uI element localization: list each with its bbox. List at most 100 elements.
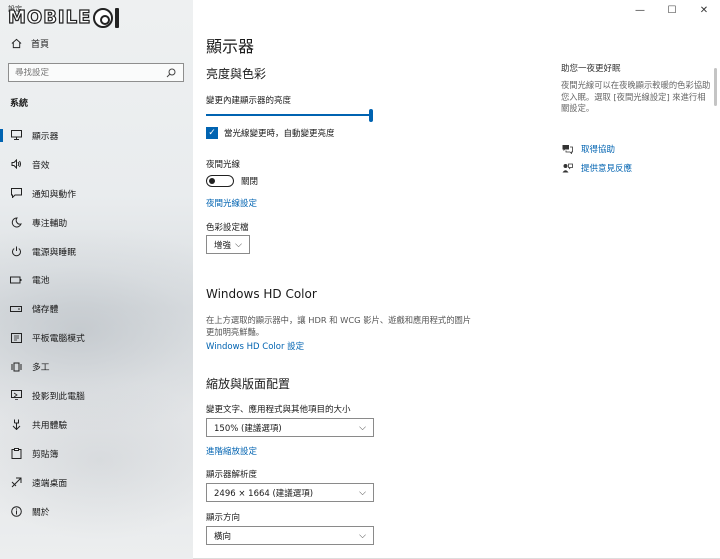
sidebar-item-label: 剪貼簿 — [32, 449, 59, 460]
project-icon — [10, 389, 22, 401]
sidebar: 設定 MOBILE 首頁 系統 顯示器 音效 — [0, 0, 193, 559]
hd-color-description: 在上方選取的顯示器中，讓 HDR 和 WCG 影片、遊戲和應用程式的圖片更加明亮… — [206, 315, 472, 337]
main-panel: — ☐ ✕ 顯示器 亮度與色彩 變更內建顯示器的亮度 ✓ 當光線變更時，自動變更… — [193, 0, 720, 559]
home-nav-item[interactable]: 首頁 — [10, 37, 49, 50]
sidebar-item-sound[interactable]: 音效 — [0, 150, 193, 179]
sidebar-item-multitasking[interactable]: 多工 — [0, 352, 193, 381]
logo-text: MOBILE — [7, 6, 92, 28]
battery-icon — [10, 274, 22, 286]
feedback-icon — [561, 162, 573, 174]
night-light-settings-link[interactable]: 夜間光線設定 — [206, 197, 257, 209]
power-icon — [10, 245, 22, 257]
sidebar-item-about[interactable]: 關於 — [0, 497, 193, 526]
scale-value: 150% (建議選項) — [214, 423, 282, 434]
sidebar-item-battery[interactable]: 電池 — [0, 265, 193, 294]
logo-zero-icon — [93, 7, 114, 28]
chevron-down-icon: ⌵ — [359, 530, 366, 541]
speaker-icon — [10, 158, 22, 170]
sidebar-item-shared-experiences[interactable]: 共用體驗 — [0, 410, 193, 439]
advanced-scaling-link[interactable]: 進階縮放設定 — [206, 445, 257, 457]
sidebar-item-label: 關於 — [32, 507, 50, 518]
checkmark-icon[interactable]: ✓ — [206, 127, 218, 139]
resolution-label: 顯示器解析度 — [206, 470, 258, 480]
storage-icon — [10, 303, 22, 315]
color-profile-value: 增強 — [214, 240, 232, 251]
maximize-button[interactable]: ☐ — [656, 0, 688, 20]
sidebar-item-label: 多工 — [32, 363, 50, 374]
brightness-slider-label: 變更內建顯示器的亮度 — [206, 96, 292, 106]
aside-title: 助您一夜更好眠 — [561, 64, 621, 74]
auto-brightness-label: 當光線變更時，自動變更亮度 — [224, 129, 335, 139]
search-box[interactable] — [8, 63, 184, 82]
scale-label: 變更文字、應用程式與其他項目的大小 — [206, 405, 351, 415]
sidebar-item-label: 遠端桌面 — [32, 478, 68, 489]
night-light-toggle[interactable]: 關閉 — [206, 175, 258, 187]
toggle-switch[interactable] — [206, 175, 234, 187]
sidebar-item-storage[interactable]: 儲存體 — [0, 294, 193, 323]
search-icon[interactable] — [165, 67, 177, 79]
sidebar-item-clipboard[interactable]: 剪貼簿 — [0, 439, 193, 468]
chevron-down-icon: ⌵ — [235, 239, 242, 250]
sidebar-item-label: 通知與動作 — [32, 189, 76, 200]
search-input[interactable] — [15, 67, 155, 78]
color-profile-label: 色彩設定檔 — [206, 223, 249, 233]
night-light-state: 關閉 — [241, 177, 259, 187]
sidebar-item-power-sleep[interactable]: 電源與睡眠 — [0, 237, 193, 266]
brightness-slider[interactable] — [206, 109, 373, 122]
sidebar-item-project[interactable]: 投影到此電腦 — [0, 381, 193, 410]
sidebar-item-notifications[interactable]: 通知與動作 — [0, 179, 193, 208]
brightness-heading: 亮度與色彩 — [206, 67, 267, 81]
resolution-value: 2496 × 1664 (建議選項) — [214, 488, 314, 499]
hd-color-settings-link[interactable]: Windows HD Color 設定 — [206, 340, 304, 352]
window-controls: — ☐ ✕ — [624, 0, 720, 20]
sidebar-item-label: 儲存體 — [32, 305, 59, 316]
get-help-label: 取得協助 — [581, 145, 616, 155]
brightness-slider-thumb[interactable] — [369, 109, 373, 122]
monitor-icon — [10, 129, 22, 141]
sidebar-item-label: 顯示器 — [32, 131, 59, 142]
info-icon — [10, 505, 22, 517]
sidebar-item-label: 音效 — [32, 160, 50, 171]
home-label: 首頁 — [31, 40, 50, 50]
chevron-down-icon: ⌵ — [359, 487, 366, 498]
close-button[interactable]: ✕ — [688, 0, 720, 20]
resolution-dropdown[interactable]: 2496 × 1664 (建議選項) ⌵ — [206, 483, 374, 502]
brightness-slider-track — [206, 114, 371, 116]
share-icon — [10, 418, 22, 430]
sidebar-nav: 顯示器 音效 通知與動作 專注輔助 電源與睡眠 電池 儲存體 平板電腦模式 多工… — [0, 121, 193, 525]
sidebar-item-label: 電源與睡眠 — [32, 247, 76, 258]
mobile01-logo: MOBILE — [7, 6, 120, 29]
minimize-button[interactable]: — — [624, 0, 656, 20]
scale-dropdown[interactable]: 150% (建議選項) ⌵ — [206, 418, 374, 437]
sidebar-item-tablet-mode[interactable]: 平板電腦模式 — [0, 323, 193, 352]
give-feedback-label: 提供意見反應 — [581, 164, 633, 174]
auto-brightness-checkbox[interactable]: ✓ 當光線變更時，自動變更亮度 — [206, 127, 335, 139]
sidebar-item-label: 共用體驗 — [32, 420, 68, 431]
scrollbar[interactable] — [714, 68, 717, 106]
moon-icon — [10, 216, 22, 228]
home-icon — [10, 38, 22, 50]
section-label-system: 系統 — [10, 99, 29, 109]
color-profile-dropdown[interactable]: 增強 ⌵ — [206, 235, 250, 254]
notification-icon — [10, 187, 22, 199]
sidebar-item-label: 平板電腦模式 — [32, 334, 85, 345]
sidebar-item-remote-desktop[interactable]: 遠端桌面 — [0, 468, 193, 497]
tablet-icon — [10, 332, 22, 344]
sidebar-item-label: 投影到此電腦 — [32, 391, 85, 402]
chat-help-icon — [561, 143, 573, 155]
get-help-link[interactable]: 取得協助 — [561, 143, 615, 155]
scale-layout-heading: 縮放與版面配置 — [206, 377, 291, 391]
hd-color-heading: Windows HD Color — [206, 287, 317, 301]
night-light-label: 夜間光線 — [206, 160, 241, 170]
orientation-value: 橫向 — [214, 531, 232, 542]
multitask-icon — [10, 361, 22, 373]
sidebar-item-display[interactable]: 顯示器 — [0, 121, 193, 150]
sidebar-item-label: 專注輔助 — [32, 218, 68, 229]
logo-one-icon — [115, 7, 120, 28]
page-title: 顯示器 — [206, 37, 255, 56]
orientation-dropdown[interactable]: 橫向 ⌵ — [206, 526, 374, 545]
sidebar-item-focus-assist[interactable]: 專注輔助 — [0, 208, 193, 237]
give-feedback-link[interactable]: 提供意見反應 — [561, 162, 632, 174]
orientation-label: 顯示方向 — [206, 513, 241, 523]
chevron-down-icon: ⌵ — [359, 422, 366, 433]
